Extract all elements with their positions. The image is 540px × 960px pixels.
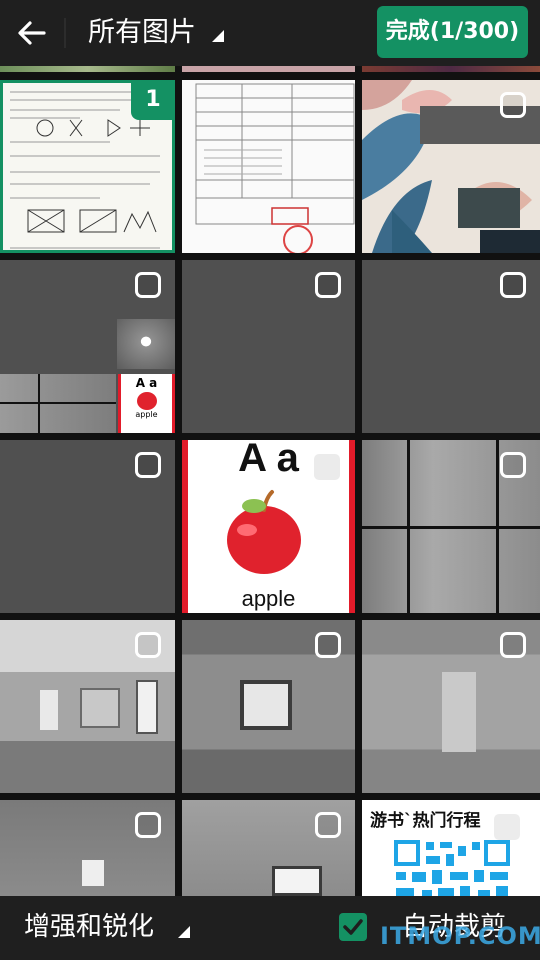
dropdown-triangle-icon[interactable] <box>178 926 190 938</box>
select-checkbox[interactable] <box>135 812 161 838</box>
done-button[interactable]: 完成(1/300) <box>377 6 528 58</box>
selection-order-badge: 1 <box>131 80 175 120</box>
site-watermark: ITMOP.COM <box>380 922 540 950</box>
card-word: apple <box>241 586 296 611</box>
room-photo <box>0 374 116 433</box>
photo-thumbnail-room[interactable] <box>362 620 540 793</box>
photo-thumbnail-form-document[interactable] <box>182 80 355 253</box>
select-checkbox[interactable] <box>500 452 526 478</box>
apple-icon <box>136 392 157 410</box>
select-checkbox[interactable] <box>315 812 341 838</box>
photo-thumbnail-room[interactable] <box>182 800 355 896</box>
window <box>40 690 58 730</box>
select-checkbox[interactable] <box>135 272 161 298</box>
album-title[interactable]: 所有图片 <box>88 16 196 50</box>
photo-thumbnail-room[interactable] <box>0 620 175 793</box>
window <box>240 680 292 730</box>
select-checkbox[interactable] <box>500 632 526 658</box>
photo-thumbnail-gray[interactable] <box>362 260 540 433</box>
select-checkbox[interactable] <box>494 814 520 840</box>
grid-line <box>362 526 540 529</box>
photo-thumbnail-room-grid[interactable] <box>362 440 540 613</box>
checkmark-icon <box>343 919 363 935</box>
photo-thumbnail[interactable] <box>362 66 540 72</box>
window <box>82 860 104 886</box>
window <box>80 688 120 728</box>
select-checkbox[interactable] <box>315 272 341 298</box>
photo-thumbnail-exam-paper[interactable]: 1 <box>0 80 175 253</box>
qr-code-icon <box>392 838 512 896</box>
dropdown-triangle-icon[interactable] <box>212 30 224 42</box>
select-checkbox[interactable] <box>500 272 526 298</box>
photo-grid: 1 A a apple A a apple 游书`热门行程 <box>0 66 540 896</box>
select-checkbox[interactable] <box>314 454 340 480</box>
select-checkbox[interactable] <box>500 92 526 118</box>
room-photo <box>117 319 175 369</box>
enhance-mode-selector[interactable]: 增强和锐化 <box>24 910 154 944</box>
divider <box>64 18 66 48</box>
photo-thumbnail-room[interactable] <box>0 800 175 896</box>
back-arrow-icon[interactable] <box>14 15 50 51</box>
form-thumbnail <box>195 83 355 253</box>
photo-thumbnail[interactable] <box>0 66 175 72</box>
auto-crop-checkbox[interactable] <box>339 913 367 941</box>
top-app-bar: 所有图片 完成(1/300) <box>0 0 540 66</box>
poster-heading: 游书`热门行程 <box>370 811 481 831</box>
apple-card-photo: A a apple <box>118 374 175 433</box>
photo-thumbnail-apple-card[interactable]: A a apple <box>182 440 355 613</box>
select-checkbox[interactable] <box>135 632 161 658</box>
window <box>136 680 158 734</box>
photo-thumbnail-collage[interactable]: A a apple <box>0 260 175 433</box>
photo-thumbnail[interactable] <box>182 66 355 72</box>
select-checkbox[interactable] <box>315 632 341 658</box>
doorway <box>442 672 476 752</box>
select-checkbox[interactable] <box>135 452 161 478</box>
photo-thumbnail-floral-art[interactable] <box>362 80 540 253</box>
window <box>272 866 322 896</box>
photo-thumbnail-gray[interactable] <box>182 260 355 433</box>
photo-thumbnail-room[interactable] <box>182 620 355 793</box>
photo-thumbnail-qr-poster[interactable]: 游书`热门行程 <box>362 800 540 896</box>
photo-thumbnail-gray[interactable] <box>0 440 175 613</box>
